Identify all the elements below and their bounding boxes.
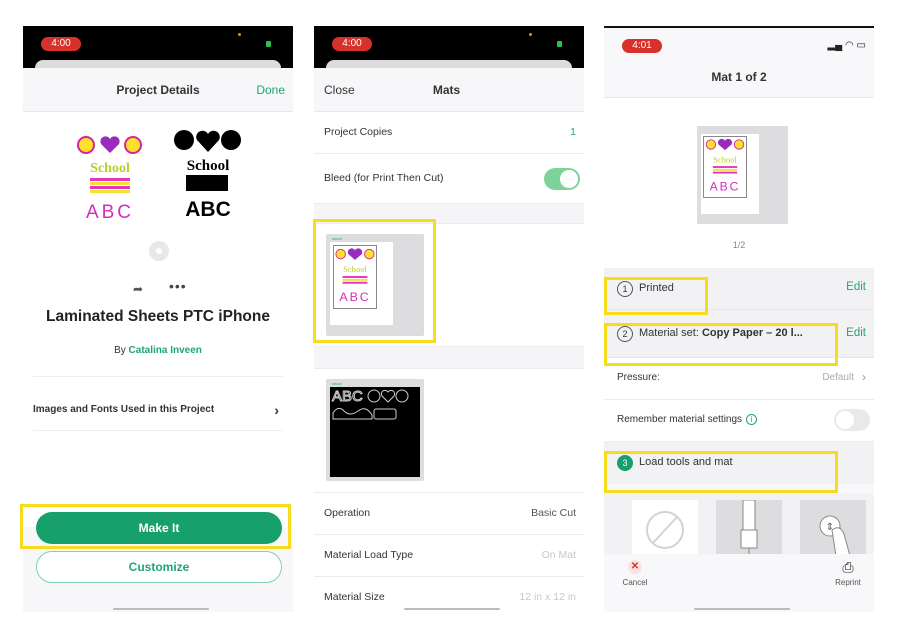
chevron-right-icon: › [274, 402, 279, 418]
home-indicator [113, 608, 209, 610]
privacy-indicator-icon [238, 33, 241, 36]
status-bar: 4:00 [314, 26, 584, 70]
page-indicator: 1/2 [604, 226, 874, 268]
info-icon[interactable]: i [746, 414, 758, 425]
done-button[interactable]: Done [256, 83, 285, 97]
load-button-press-icon: ⇕ [819, 515, 851, 557]
blade-tool-card[interactable] [716, 499, 782, 556]
load-mat-card[interactable]: ⇕ [800, 500, 866, 557]
highlight-printed [604, 277, 708, 315]
status-time: 4:00 [41, 37, 81, 51]
material-size-label: Material Size [324, 591, 385, 603]
home-indicator [694, 608, 790, 610]
svg-text:School: School [713, 154, 737, 164]
highlight-load-tools [604, 451, 838, 493]
share-icon[interactable]: ➦ [133, 282, 143, 296]
svg-text:ABC: ABC [185, 198, 231, 220]
prohibited-icon [646, 511, 684, 549]
highlight-make-it [20, 504, 291, 549]
chevron-right-icon: › [862, 370, 866, 384]
status-time: 4:01 [622, 39, 662, 53]
cancel-icon: ✕ [628, 560, 642, 574]
project-copies-row[interactable]: Project Copies 1 [314, 112, 584, 154]
operation-row[interactable]: Operation Basic Cut [314, 493, 584, 535]
operation-label: Operation [324, 507, 371, 519]
cut-design-preview: School ABC [174, 130, 241, 220]
bleed-label: Bleed (for Print Then Cut) [324, 172, 444, 184]
images-fonts-label: Images and Fonts Used in this Project [33, 404, 215, 415]
mat-2-row[interactable]: cricut ABC [314, 369, 584, 493]
mat-prepare-screen: 4:01 ▂▄ ◠ ▭ Mat 1 of 2 School ABC 1/2 1 … [604, 26, 874, 612]
copies-value[interactable]: 1 [570, 126, 576, 138]
battery-icon [266, 41, 271, 47]
nav-bar: Close Mats [314, 68, 584, 112]
mat-preview-area: School ABC [604, 98, 874, 226]
battery-icon [557, 41, 562, 47]
tool-cards: ⇕ [604, 494, 874, 557]
nav-bar: Project Details Done [23, 68, 293, 112]
page-title: Project Details [116, 83, 200, 97]
remember-toggle[interactable] [834, 409, 870, 431]
divider [33, 430, 283, 431]
status-bar: 4:01 ▂▄ ◠ ▭ [604, 26, 874, 68]
print-design-preview: School ABC [703, 136, 747, 198]
cut-outline-preview: ABC [332, 388, 409, 420]
by-label: By [114, 345, 126, 356]
divider [33, 376, 283, 377]
signal-wifi-battery-icon: ▂▄ ◠ ▭ [827, 40, 866, 51]
pressure-label: Pressure: [617, 372, 660, 383]
page-title: Mats [432, 83, 461, 97]
remember-settings-row: Remember material settings i [604, 400, 874, 442]
reprint-button[interactable]: ⎙ Reprint [828, 560, 868, 587]
bleed-toggle[interactable] [544, 168, 580, 190]
highlight-material [604, 323, 838, 366]
material-load-row: Material Load Type On Mat [314, 535, 584, 577]
page-title: Mat 1 of 2 [711, 70, 767, 84]
customize-button[interactable]: Customize [36, 551, 282, 583]
svg-text:ABC: ABC [86, 202, 134, 223]
material-load-label: Material Load Type [324, 549, 414, 561]
fine-point-blade-icon [740, 499, 758, 554]
author-link[interactable]: Catalina Inveen [129, 345, 202, 356]
status-bar: 4:00 [23, 26, 293, 70]
svg-text:School: School [187, 158, 230, 174]
material-size-value: 12 in x 12 in [519, 591, 576, 603]
project-body: School ABC School ABC ➦ ••• Laminated Sh… [23, 112, 293, 527]
images-fonts-row[interactable]: Images and Fonts Used in this Project › [33, 390, 283, 430]
mat-preview[interactable]: School ABC [697, 126, 788, 224]
print-design-preview: School ABC [77, 136, 142, 223]
status-time: 4:00 [332, 37, 372, 51]
remember-label: Remember material settings [617, 414, 743, 425]
home-indicator [404, 608, 500, 610]
copies-label: Project Copies [324, 126, 393, 138]
highlight-mat-1 [313, 219, 436, 343]
bottom-toolbar: ✕ Cancel ⎙ Reprint [604, 554, 874, 612]
svg-text:School: School [90, 161, 130, 176]
material-load-value: On Mat [541, 549, 576, 561]
pressure-value: Default [822, 372, 854, 383]
mat-2-thumbnail[interactable]: cricut ABC [326, 379, 424, 481]
more-options-icon[interactable]: ••• [169, 278, 187, 294]
author-line: By Catalina Inveen [23, 345, 293, 356]
material-size-row: Material Size 12 in x 12 in [314, 577, 584, 612]
operation-value: Basic Cut [531, 507, 576, 519]
privacy-indicator-icon [529, 33, 532, 36]
favorite-button[interactable] [149, 241, 169, 261]
no-tool-card[interactable] [632, 500, 698, 556]
project-title: Laminated Sheets PTC iPhone [46, 308, 270, 325]
printer-icon: ⎙ [842, 559, 854, 575]
cancel-button[interactable]: ✕ Cancel [620, 560, 650, 587]
edit-printed-button[interactable]: Edit [846, 281, 866, 293]
nav-bar: Mat 1 of 2 [604, 68, 874, 98]
svg-text:ABC: ABC [332, 388, 363, 405]
svg-text:ABC: ABC [710, 179, 741, 193]
edit-material-button[interactable]: Edit [846, 327, 866, 339]
bleed-row: Bleed (for Print Then Cut) [314, 154, 584, 204]
